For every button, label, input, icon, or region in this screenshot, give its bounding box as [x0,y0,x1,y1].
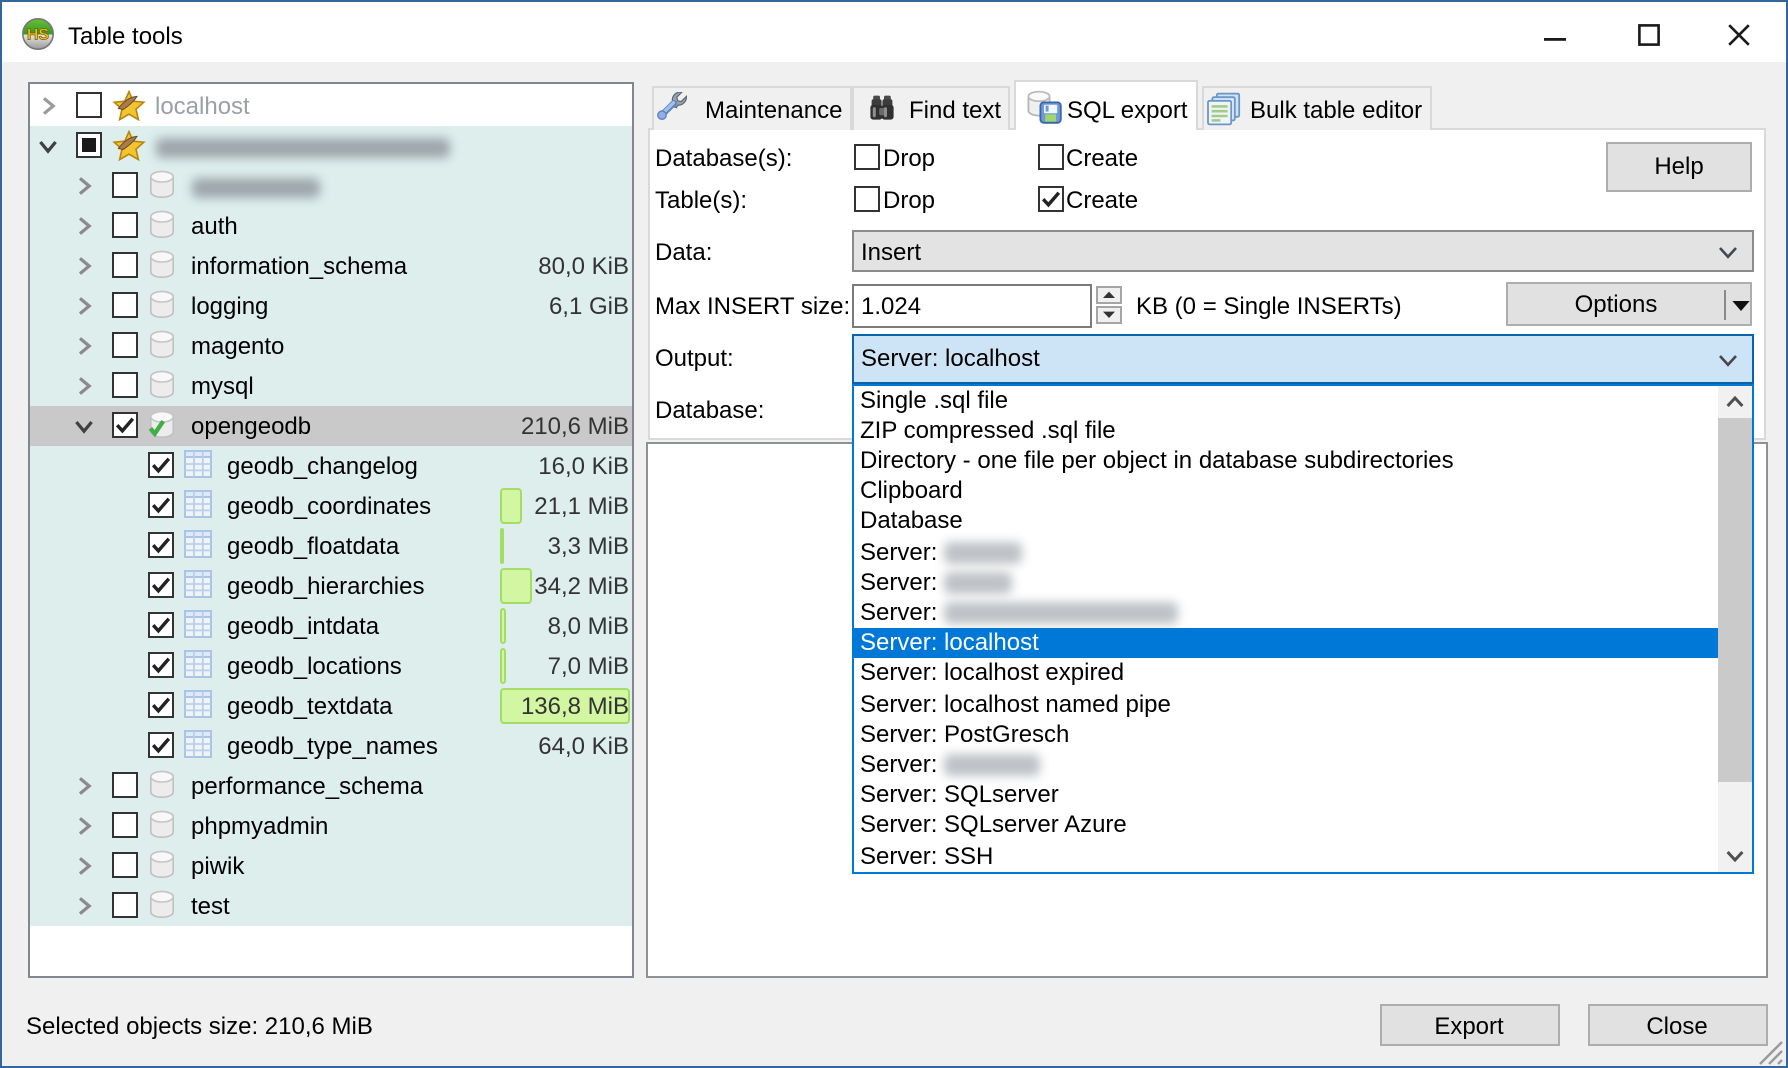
svg-text:HS: HS [27,27,50,44]
